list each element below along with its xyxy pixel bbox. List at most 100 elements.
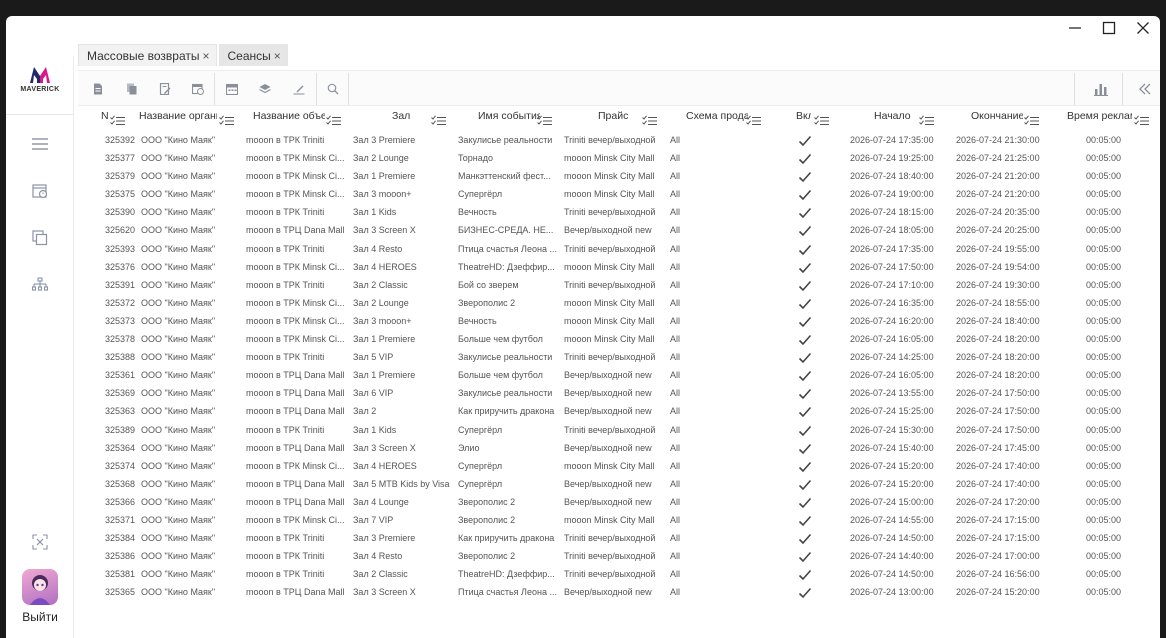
table-row[interactable]: 325363 ООО "Кино Маяк" mooon в ТРЦ Dana Ma… xyxy=(78,403,1160,421)
column-header-sales-scheme[interactable]: Схема прода xyxy=(686,110,748,126)
cell-event: Торнадо xyxy=(458,153,494,164)
filter-list-icon[interactable] xyxy=(219,114,235,126)
tab-sessions[interactable]: Сеансы × xyxy=(218,44,288,66)
table-row[interactable]: 325386 ООО "Кино Маяк" mooon в ТРК Triniti… xyxy=(78,548,1160,566)
filter-list-icon[interactable] xyxy=(431,114,447,126)
user-avatar[interactable] xyxy=(22,569,58,605)
column-header-organization[interactable]: Название органи xyxy=(139,110,217,126)
table-row[interactable]: 325620 ООО "Кино Маяк" mooon в ТРЦ Dana Ma… xyxy=(78,222,1160,240)
document-icon[interactable] xyxy=(90,81,106,97)
filter-list-icon[interactable] xyxy=(642,114,658,126)
table-row[interactable]: 325392 ООО "Кино Маяк" mooon в ТРК Triniti… xyxy=(78,132,1160,150)
cell-ad-time: 00:05:00 xyxy=(1086,551,1122,562)
minimize-icon[interactable] xyxy=(1058,16,1092,40)
column-header-enabled[interactable]: Вкл xyxy=(796,110,811,126)
table-row[interactable]: 325374 ООО "Кино Маяк" mooon в ТРК Minsk C… xyxy=(78,458,1160,476)
calendar-clock-icon[interactable] xyxy=(30,181,50,201)
column-header-price[interactable]: Прайс xyxy=(598,110,630,126)
table-row[interactable]: 325391 ООО "Кино Маяк" mooon в ТРК Triniti… xyxy=(78,277,1160,295)
cell-start: 2026-07-24 15:40:00 xyxy=(850,442,934,453)
table-row[interactable]: 325393 ООО "Кино Маяк" mooon в ТРК Triniti… xyxy=(78,241,1160,259)
cell-venue: mooon в ТРК Triniti xyxy=(246,533,325,544)
cell-organization: ООО "Кино Маяк" xyxy=(141,243,216,254)
filter-list-icon[interactable] xyxy=(1134,114,1150,126)
filter-list-icon[interactable] xyxy=(814,114,830,126)
calendar-icon[interactable] xyxy=(224,81,240,97)
table-row[interactable]: 325361 ООО "Кино Маяк" mooon в ТРЦ Dana Ma… xyxy=(78,367,1160,385)
table-row[interactable]: 325378 ООО "Кино Маяк" mooon в ТРК Minsk C… xyxy=(78,331,1160,349)
table-row[interactable]: 325375 ООО "Кино Маяк" mooon в ТРК Minsk C… xyxy=(78,186,1160,204)
table-row[interactable]: 325364 ООО "Кино Маяк" mooon в ТРЦ Dana Ma… xyxy=(78,440,1160,458)
cell-price: Triniti вечер/выходной xyxy=(564,533,656,544)
tab-close-icon[interactable]: × xyxy=(274,49,281,63)
checkmark-icon xyxy=(798,532,812,545)
shuffle-x-icon[interactable] xyxy=(30,532,50,552)
logout-button[interactable]: Выйти xyxy=(6,610,74,624)
table-row[interactable]: 325376 ООО "Кино Маяк" mooon в ТРК Minsk C… xyxy=(78,259,1160,277)
table-row[interactable]: 325369 ООО "Кино Маяк" mooon в ТРЦ Dana Ma… xyxy=(78,385,1160,403)
filter-list-icon[interactable] xyxy=(110,114,126,126)
column-header-id[interactable]: N xyxy=(101,110,110,126)
cell-hall: Зал 2 xyxy=(353,406,377,417)
table-row[interactable]: 325377 ООО "Кино Маяк" mooon в ТРК Minsk C… xyxy=(78,150,1160,168)
cell-hall: Зал 3 Screen X xyxy=(353,587,416,598)
menu-icon[interactable] xyxy=(30,134,50,154)
copy-icon[interactable] xyxy=(30,228,50,248)
maximize-icon[interactable] xyxy=(1092,16,1126,40)
table-row[interactable]: 325388 ООО "Кино Маяк" mooon в ТРК Triniti… xyxy=(78,349,1160,367)
table-row[interactable]: 325384 ООО "Кино Маяк" mooon в ТРК Triniti… xyxy=(78,530,1160,548)
edit-document-icon[interactable] xyxy=(157,81,173,97)
column-header-event[interactable]: Имя события xyxy=(478,110,540,126)
filter-list-icon[interactable] xyxy=(1024,114,1040,126)
maverick-logo[interactable]: MAVERICK xyxy=(6,66,74,106)
cell-id: 325388 xyxy=(105,352,136,363)
table-row[interactable]: 325373 ООО "Кино Маяк" mooon в ТРК Minsk C… xyxy=(78,313,1160,331)
tab-bar: Массовые возвраты × Сеансы × xyxy=(78,44,290,66)
cell-end: 2026-07-24 17:45:00 xyxy=(956,442,1040,453)
cell-sales-scheme: All xyxy=(670,279,681,290)
filter-list-icon[interactable] xyxy=(746,114,762,126)
table-row[interactable]: 325366 ООО "Кино Маяк" mooon в ТРЦ Dana Ma… xyxy=(78,494,1160,512)
cell-price: Triniti вечер/выходной xyxy=(564,279,656,290)
checkmark-icon xyxy=(798,351,812,364)
schedule-icon[interactable] xyxy=(190,81,206,97)
cell-organization: ООО "Кино Маяк" xyxy=(141,334,216,345)
table-row[interactable]: 325371 ООО "Кино Маяк" mooon в ТРК Minsk C… xyxy=(78,512,1160,530)
table-row[interactable]: 325365 ООО "Кино Маяк" mooon в ТРЦ Dana Ma… xyxy=(78,584,1160,602)
cell-hall: Зал 2 Lounge xyxy=(353,153,409,164)
cell-venue: mooon в ТРЦ Dana Mall xyxy=(246,442,345,453)
cell-organization: ООО "Кино Маяк" xyxy=(141,261,216,272)
bar-chart-icon[interactable] xyxy=(1092,80,1110,98)
copy-document-icon[interactable] xyxy=(124,81,140,97)
network-icon[interactable] xyxy=(30,275,50,295)
filter-list-icon[interactable] xyxy=(537,114,553,126)
column-header-hall[interactable]: Зал xyxy=(392,110,416,126)
column-header-ad-time[interactable]: Время реклам xyxy=(1067,110,1132,126)
table-row[interactable]: 325368 ООО "Кино Маяк" mooon в ТРЦ Dana Ma… xyxy=(78,476,1160,494)
filter-list-icon[interactable] xyxy=(326,114,342,126)
cell-ad-time: 00:05:00 xyxy=(1086,388,1122,399)
column-header-venue[interactable]: Название объе xyxy=(253,110,325,126)
cell-id: 325378 xyxy=(105,334,136,345)
column-header-end[interactable]: Окончание xyxy=(971,110,1023,126)
cell-sales-scheme: All xyxy=(670,460,681,471)
column-header-start[interactable]: Начало xyxy=(874,110,914,126)
table-row[interactable]: 325389 ООО "Кино Маяк" mooon в ТРК Triniti… xyxy=(78,422,1160,440)
cell-organization: ООО "Кино Маяк" xyxy=(141,225,216,236)
table-row[interactable]: 325381 ООО "Кино Маяк" mooon в ТРК Triniti… xyxy=(78,566,1160,584)
checkmark-icon xyxy=(798,442,812,454)
collapse-icon[interactable] xyxy=(1136,80,1154,98)
table-row[interactable]: 325390 ООО "Кино Маяк" mooon в ТРК Triniti… xyxy=(78,204,1160,222)
tab-close-icon[interactable]: × xyxy=(202,49,209,63)
cell-end: 2026-07-24 21:25:00 xyxy=(956,153,1040,164)
close-window-icon[interactable] xyxy=(1126,16,1160,40)
tab-mass-returns[interactable]: Массовые возвраты × xyxy=(78,44,217,66)
sign-icon[interactable] xyxy=(291,81,307,97)
search-icon[interactable] xyxy=(325,81,341,97)
filter-list-icon[interactable] xyxy=(919,114,935,126)
layers-icon[interactable] xyxy=(257,81,273,97)
cell-event: Вечность xyxy=(458,207,497,218)
cell-ad-time: 00:05:00 xyxy=(1086,370,1122,381)
table-row[interactable]: 325372 ООО "Кино Маяк" mooon в ТРК Minsk C… xyxy=(78,295,1160,313)
table-row[interactable]: 325379 ООО "Кино Маяк" mooon в ТРК Minsk C… xyxy=(78,168,1160,186)
